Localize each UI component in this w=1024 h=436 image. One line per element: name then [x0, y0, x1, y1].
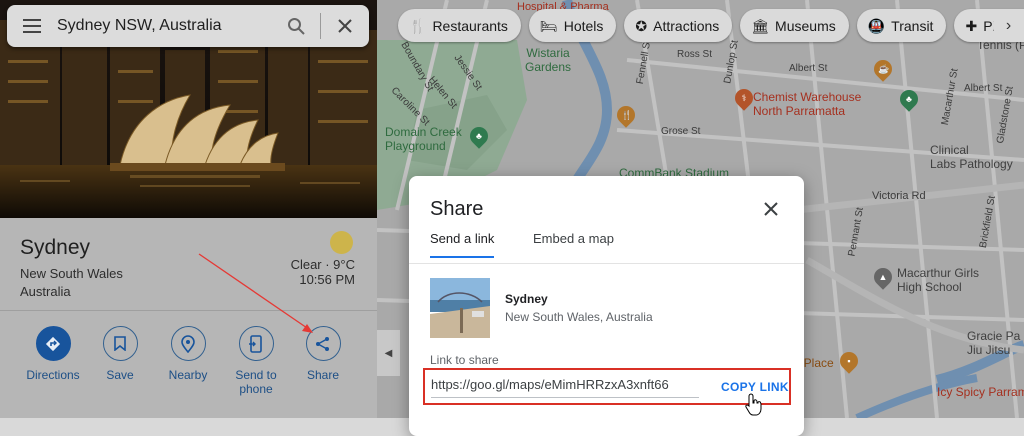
link-field-underline: [431, 397, 699, 398]
restaurant-icon: 🍴: [409, 17, 427, 34]
chip-hotels[interactable]: 🛏 Hotels: [528, 9, 617, 42]
museum-icon: 🏛: [751, 17, 770, 34]
domain-creek-label[interactable]: Domain Creek Playground: [385, 125, 462, 153]
pharmacy-icon: ✚: [965, 17, 978, 34]
chips-next-button[interactable]: ›: [993, 9, 1024, 42]
gracie-jiu-jitsu-label[interactable]: Gracie Pa Jiu Jitsu: [967, 329, 1020, 357]
link-to-share-label: Link to share: [430, 353, 499, 367]
copy-link-button[interactable]: COPY LINK: [721, 380, 789, 394]
chip-attractions[interactable]: ✪ Attractions: [624, 9, 733, 42]
caret-left-icon: ◀: [384, 347, 393, 359]
grose-st-label: Grose St: [661, 126, 701, 137]
chip-restaurants[interactable]: 🍴 Restaurants: [398, 9, 521, 42]
chevron-right-icon: ›: [1005, 16, 1012, 34]
share-tabs: Send a link Embed a map: [409, 228, 804, 264]
share-thumbnail: [430, 278, 490, 338]
annotation-arrow: [198, 253, 313, 333]
harbour-photo: [430, 278, 490, 338]
wistaria-gardens-label[interactable]: Wistaria Gardens: [525, 46, 571, 74]
chip-transit[interactable]: 🚇 Transit: [856, 9, 947, 42]
albert-st-label: Albert St: [789, 63, 828, 74]
link-highlight-box: https://goo.gl/maps/eMimHRRzxA3xnft66 CO…: [423, 368, 791, 405]
close-icon: [764, 202, 778, 216]
albert-st-2-label: Albert St: [964, 83, 1003, 94]
macarthur-girls-label[interactable]: Macarthur Girls High School: [897, 266, 979, 294]
tab-send-a-link[interactable]: Send a link: [430, 231, 495, 258]
hand-cursor-icon: [745, 393, 762, 416]
transit-icon: 🚇: [867, 17, 886, 34]
chip-museums[interactable]: 🏛 Museums: [740, 9, 849, 42]
dialog-title: Share: [430, 198, 484, 220]
share-link-field[interactable]: https://goo.gl/maps/eMimHRRzxA3xnft66: [431, 377, 669, 392]
ross-st-label: Ross St: [677, 49, 713, 60]
category-chips: 🍴 Restaurants 🛏 Hotels ✪ Attractions 🏛 Museu…: [398, 9, 1024, 42]
chemist-warehouse-label[interactable]: Chemist Warehouse North Parramatta: [753, 90, 861, 118]
place-panel: Sydney NSW, Australia Sydney New South W…: [0, 0, 377, 418]
icy-spicy-label[interactable]: Icy Spicy Parram: [937, 385, 1024, 399]
hotel-icon: 🛏: [539, 17, 558, 34]
collapse-panel-button[interactable]: ◀: [377, 330, 400, 376]
tab-embed-a-map[interactable]: Embed a map: [533, 231, 614, 256]
share-place-address: New South Wales, Australia: [505, 310, 653, 324]
dialog-close-button[interactable]: [758, 196, 784, 222]
victoria-rd-label: Victoria Rd: [872, 190, 926, 202]
share-place-name: Sydney: [505, 292, 548, 306]
clinical-labs-label[interactable]: Clinical Labs Pathology: [930, 143, 1013, 171]
attractions-icon: ✪: [635, 17, 648, 34]
